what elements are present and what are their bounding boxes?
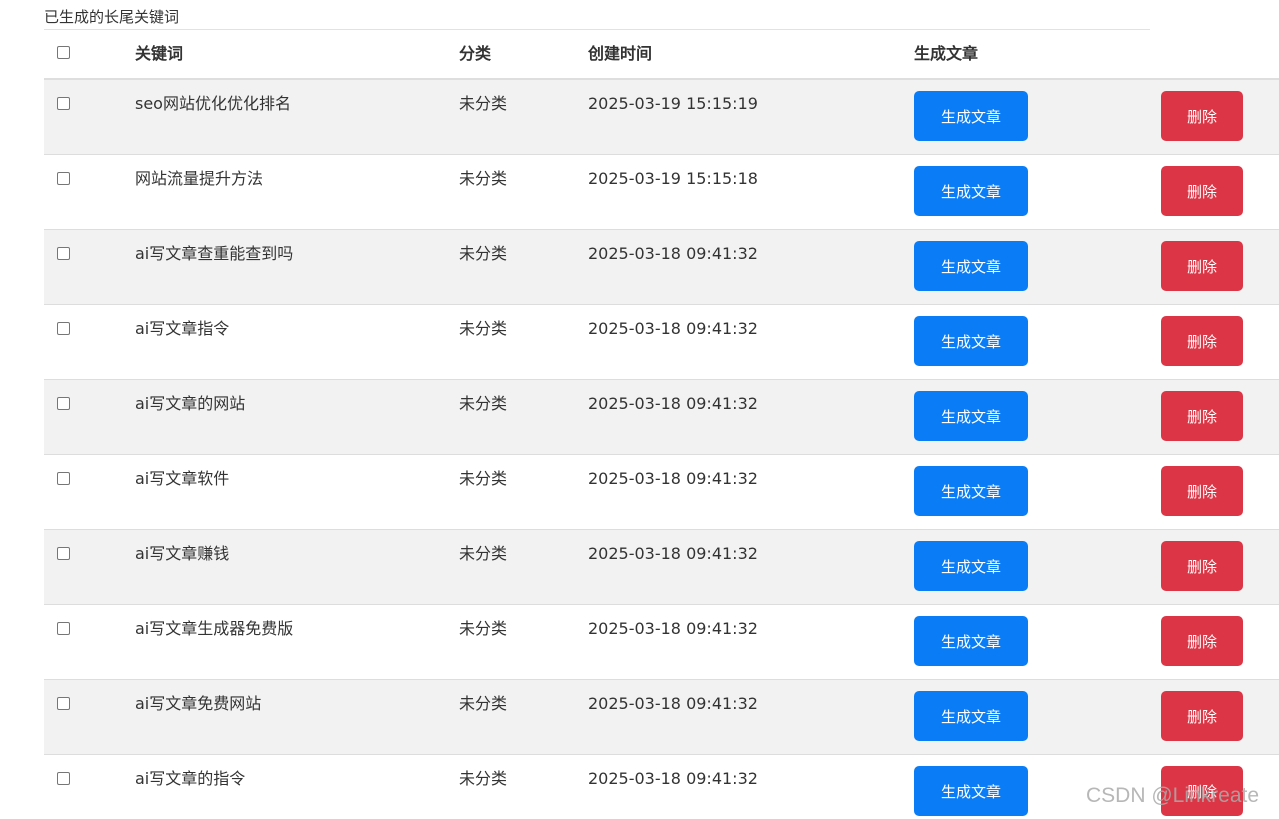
- row-checkbox[interactable]: [57, 397, 70, 410]
- created-time-cell: 2025-03-18 09:41:32: [588, 619, 758, 638]
- delete-button[interactable]: 删除: [1161, 691, 1243, 741]
- keyword-cell: ai写文章指令: [135, 319, 230, 338]
- row-checkbox[interactable]: [57, 172, 70, 185]
- delete-button[interactable]: 删除: [1161, 316, 1243, 366]
- table-row: ai写文章免费网站 未分类 2025-03-18 09:41:32 生成文章 删除: [44, 680, 1279, 755]
- delete-button[interactable]: 删除: [1161, 391, 1243, 441]
- delete-button[interactable]: 删除: [1161, 91, 1243, 141]
- keyword-cell: ai写文章的指令: [135, 769, 246, 788]
- row-checkbox[interactable]: [57, 97, 70, 110]
- generate-article-button[interactable]: 生成文章: [914, 616, 1028, 666]
- delete-button[interactable]: 删除: [1161, 766, 1243, 816]
- generate-article-button[interactable]: 生成文章: [914, 91, 1028, 141]
- category-cell: 未分类: [459, 694, 508, 713]
- table-caption: 已生成的长尾关键词: [44, 8, 180, 26]
- created-time-cell: 2025-03-18 09:41:32: [588, 244, 758, 263]
- table-row: ai写文章赚钱 未分类 2025-03-18 09:41:32 生成文章 删除: [44, 530, 1279, 605]
- generate-article-button[interactable]: 生成文章: [914, 541, 1028, 591]
- created-time-cell: 2025-03-18 09:41:32: [588, 694, 758, 713]
- table-row: ai写文章的网站 未分类 2025-03-18 09:41:32 生成文章 删除: [44, 380, 1279, 455]
- created-time-cell: 2025-03-18 09:41:32: [588, 319, 758, 338]
- created-time-cell: 2025-03-19 15:15:18: [588, 169, 758, 188]
- generate-article-button[interactable]: 生成文章: [914, 316, 1028, 366]
- category-cell: 未分类: [459, 619, 508, 638]
- row-checkbox[interactable]: [57, 547, 70, 560]
- row-checkbox[interactable]: [57, 322, 70, 335]
- delete-button[interactable]: 删除: [1161, 241, 1243, 291]
- category-cell: 未分类: [459, 169, 508, 188]
- table-row: ai写文章指令 未分类 2025-03-18 09:41:32 生成文章 删除: [44, 305, 1279, 380]
- row-checkbox[interactable]: [57, 622, 70, 635]
- created-time-cell: 2025-03-18 09:41:32: [588, 469, 758, 488]
- created-time-cell: 2025-03-18 09:41:32: [588, 394, 758, 413]
- table-row: 网站流量提升方法 未分类 2025-03-19 15:15:18 生成文章 删除: [44, 155, 1279, 230]
- table-body: seo网站优化优化排名 未分类 2025-03-19 15:15:19 生成文章 删除网…: [44, 80, 1279, 819]
- category-cell: 未分类: [459, 469, 508, 488]
- generate-article-button[interactable]: 生成文章: [914, 166, 1028, 216]
- delete-button[interactable]: 删除: [1161, 541, 1243, 591]
- category-cell: 未分类: [459, 94, 508, 113]
- header-generate-article: 生成文章: [914, 44, 979, 63]
- created-time-cell: 2025-03-18 09:41:32: [588, 544, 758, 563]
- header-category: 分类: [459, 44, 492, 63]
- keyword-cell: ai写文章生成器免费版: [135, 619, 294, 638]
- generate-article-button[interactable]: 生成文章: [914, 691, 1028, 741]
- category-cell: 未分类: [459, 244, 508, 263]
- generate-article-button[interactable]: 生成文章: [914, 466, 1028, 516]
- row-checkbox[interactable]: [57, 247, 70, 260]
- table-row: ai写文章生成器免费版 未分类 2025-03-18 09:41:32 生成文章 删除: [44, 605, 1279, 680]
- table-header: 关键词 分类 创建时间 生成文章: [44, 30, 1279, 80]
- table-row: seo网站优化优化排名 未分类 2025-03-19 15:15:19 生成文章 删除: [44, 80, 1279, 155]
- delete-button[interactable]: 删除: [1161, 616, 1243, 666]
- table-row: ai写文章软件 未分类 2025-03-18 09:41:32 生成文章 删除: [44, 455, 1279, 530]
- delete-button[interactable]: 删除: [1161, 466, 1243, 516]
- keyword-cell: 网站流量提升方法: [135, 169, 264, 188]
- row-checkbox[interactable]: [57, 772, 70, 785]
- keyword-cell: ai写文章赚钱: [135, 544, 230, 563]
- category-cell: 未分类: [459, 769, 508, 788]
- row-checkbox[interactable]: [57, 697, 70, 710]
- delete-button[interactable]: 删除: [1161, 166, 1243, 216]
- category-cell: 未分类: [459, 544, 508, 563]
- keyword-cell: seo网站优化优化排名: [135, 94, 291, 113]
- created-time-cell: 2025-03-18 09:41:32: [588, 769, 758, 788]
- generate-article-button[interactable]: 生成文章: [914, 241, 1028, 291]
- row-checkbox[interactable]: [57, 472, 70, 485]
- header-keyword: 关键词: [135, 44, 184, 63]
- table-row: ai写文章的指令 未分类 2025-03-18 09:41:32 生成文章 删除: [44, 755, 1279, 819]
- category-cell: 未分类: [459, 394, 508, 413]
- generate-article-button[interactable]: 生成文章: [914, 391, 1028, 441]
- keyword-cell: ai写文章查重能查到吗: [135, 244, 294, 263]
- created-time-cell: 2025-03-19 15:15:19: [588, 94, 758, 113]
- keyword-cell: ai写文章免费网站: [135, 694, 262, 713]
- header-created-time: 创建时间: [588, 44, 653, 63]
- category-cell: 未分类: [459, 319, 508, 338]
- generate-article-button[interactable]: 生成文章: [914, 766, 1028, 816]
- select-all-checkbox[interactable]: [57, 46, 70, 59]
- keyword-cell: ai写文章软件: [135, 469, 230, 488]
- page: 已生成的长尾关键词 关键词 分类 创建时间 生成文章 seo网站优化优化排名未分…: [0, 0, 1279, 819]
- table-row: ai写文章查重能查到吗 未分类 2025-03-18 09:41:32 生成文章 删除: [44, 230, 1279, 305]
- keyword-cell: ai写文章的网站: [135, 394, 246, 413]
